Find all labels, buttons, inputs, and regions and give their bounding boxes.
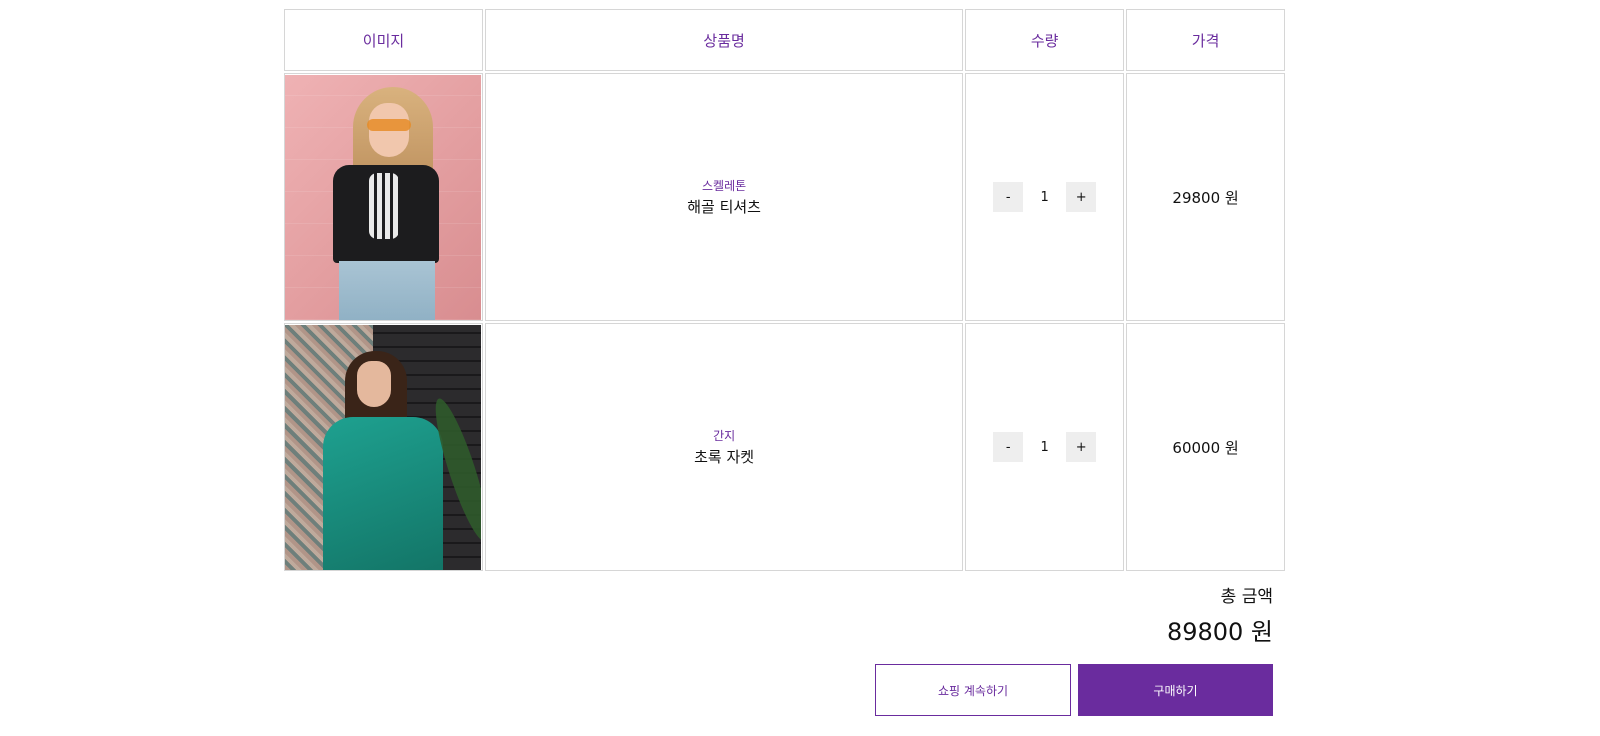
product-price: 29800 원 <box>1172 188 1239 207</box>
header-product-name: 상품명 <box>484 9 964 71</box>
qty-value: 1 <box>1040 189 1049 205</box>
qty-increase-button[interactable]: + <box>1066 182 1097 212</box>
photo-glasses <box>367 118 412 131</box>
quantity-cell: - 1 + <box>965 323 1125 571</box>
qty-decrease-button[interactable]: - <box>993 182 1024 212</box>
header-image: 이미지 <box>284 9 483 71</box>
price-cell: 29800 원 <box>1126 73 1285 321</box>
price-cell: 60000 원 <box>1126 323 1285 571</box>
header-price: 가격 <box>1126 9 1285 71</box>
table-header-row: 이미지 상품명 수량 가격 <box>284 9 1285 71</box>
photo-jeans <box>339 260 436 320</box>
quantity-cell: - 1 + <box>965 73 1125 321</box>
quantity-stepper: - 1 + <box>993 432 1097 462</box>
product-image[interactable] <box>285 324 482 570</box>
total-amount: 89800 원 <box>1166 618 1273 646</box>
cart-actions: 쇼핑 계속하기 구매하기 <box>875 664 1273 716</box>
table-row: 스켈레톤 해골 티셔츠 - 1 + 29800 원 <box>284 73 1285 321</box>
photo-skeleton-print <box>369 172 400 239</box>
product-image-cell <box>284 323 483 571</box>
product-name[interactable]: 해골 티셔츠 <box>486 196 962 218</box>
product-image[interactable] <box>285 74 482 320</box>
product-brand[interactable]: 간지 <box>486 426 962 446</box>
product-price: 60000 원 <box>1172 438 1239 457</box>
table-row: 간지 초록 자켓 - 1 + 60000 원 <box>284 323 1285 571</box>
product-name-cell: 스켈레톤 해골 티셔츠 <box>484 73 964 321</box>
order-total: 총 금액 89800 원 <box>1167 586 1273 650</box>
buy-button[interactable]: 구매하기 <box>1078 664 1273 716</box>
photo-green-jacket <box>323 416 444 570</box>
header-quantity: 수량 <box>965 9 1125 71</box>
photo-face <box>357 360 392 407</box>
continue-shopping-button[interactable]: 쇼핑 계속하기 <box>875 664 1071 716</box>
product-name-cell: 간지 초록 자켓 <box>484 323 964 571</box>
product-name[interactable]: 초록 자켓 <box>486 446 962 468</box>
qty-decrease-button[interactable]: - <box>993 432 1024 462</box>
total-label: 총 금액 <box>1220 587 1273 607</box>
qty-increase-button[interactable]: + <box>1066 432 1097 462</box>
quantity-stepper: - 1 + <box>993 182 1097 212</box>
product-image-cell <box>284 73 483 321</box>
cart-table: 이미지 상품명 수량 가격 스켈레톤 해골 티셔츠 - 1 + 29800 원 … <box>282 7 1287 573</box>
cart-section: 이미지 상품명 수량 가격 스켈레톤 해골 티셔츠 - 1 + 29800 원 … <box>284 9 1285 573</box>
product-brand[interactable]: 스켈레톤 <box>486 176 962 196</box>
qty-value: 1 <box>1040 439 1049 455</box>
